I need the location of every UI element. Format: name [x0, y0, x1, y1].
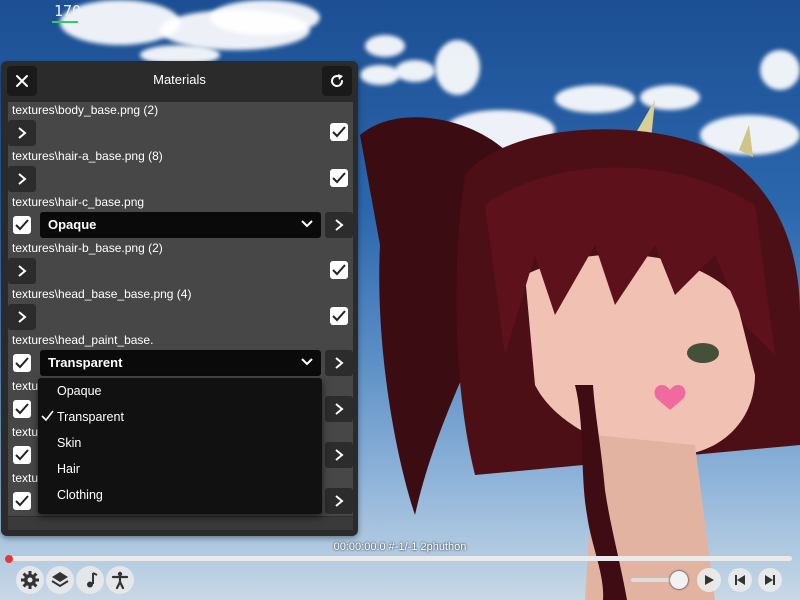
- dropdown-option-transparent[interactable]: Transparent: [38, 404, 322, 430]
- time-readout: 00:00:00.0 #-1/-1 2phuthon: [333, 541, 467, 553]
- refresh-icon: [331, 74, 344, 87]
- skip-next-icon: [765, 575, 775, 585]
- chevron-right-icon: [18, 265, 27, 277]
- checkmark-icon: [15, 403, 29, 415]
- person-icon: [111, 571, 129, 590]
- material-row: textures\head_base_base.png (4): [8, 286, 353, 333]
- checkmark-icon: [15, 495, 29, 507]
- chevron-down-icon: [301, 220, 313, 228]
- expand-button[interactable]: [325, 212, 353, 238]
- seek-handle[interactable]: [5, 555, 13, 563]
- refresh-button[interactable]: [322, 66, 352, 96]
- music-button[interactable]: [76, 566, 104, 594]
- play-button[interactable]: [697, 568, 721, 592]
- visibility-checkbox[interactable]: [13, 492, 31, 510]
- expand-button[interactable]: [325, 350, 353, 376]
- expand-button[interactable]: [8, 258, 36, 284]
- eye: [687, 343, 719, 363]
- shader-mode-value: Opaque: [48, 217, 97, 232]
- checkmark-icon: [15, 219, 29, 231]
- material-name: textures\head_base_base.png (4): [12, 287, 192, 301]
- expand-button[interactable]: [8, 120, 36, 146]
- chevron-right-icon: [335, 449, 344, 461]
- dropdown-option-skin[interactable]: Skin: [38, 430, 322, 456]
- layers-icon: [51, 572, 69, 588]
- shader-mode-select[interactable]: Opaque: [40, 212, 321, 238]
- dropdown-option-hair[interactable]: Hair: [38, 456, 322, 482]
- chevron-right-icon: [18, 127, 27, 139]
- checkmark-icon: [15, 357, 29, 369]
- visibility-checkbox[interactable]: [330, 261, 348, 279]
- checkmark-icon: [332, 126, 346, 138]
- skip-previous-icon: [735, 575, 745, 585]
- music-note-icon: [87, 572, 98, 588]
- character-viewport[interactable]: [355, 95, 800, 600]
- chevron-right-icon: [18, 311, 27, 323]
- chevron-right-icon: [335, 495, 344, 507]
- material-name: textu: [12, 471, 39, 485]
- pose-button[interactable]: [106, 566, 134, 594]
- chevron-down-icon: [301, 358, 313, 366]
- expand-button[interactable]: [8, 166, 36, 192]
- visibility-checkbox[interactable]: [330, 169, 348, 187]
- material-row: textures\body_base.png (2): [8, 102, 353, 149]
- fps-counter: 170: [54, 2, 82, 20]
- material-name: textu: [12, 425, 39, 439]
- material-row: textures\hair-c_base.png Opaque: [8, 194, 353, 241]
- gear-icon: [21, 571, 39, 589]
- horn-right: [739, 125, 753, 157]
- checkmark-icon: [15, 449, 29, 461]
- shader-mode-select[interactable]: Transparent: [40, 350, 321, 376]
- expand-button[interactable]: [325, 396, 353, 422]
- layers-button[interactable]: [46, 566, 74, 594]
- fps-bar: [52, 21, 78, 23]
- visibility-checkbox[interactable]: [330, 123, 348, 141]
- material-row: textures\hair-b_base.png (2): [8, 240, 353, 287]
- next-button[interactable]: [758, 568, 782, 592]
- shader-mode-value: Transparent: [48, 355, 123, 370]
- settings-button[interactable]: [16, 566, 44, 594]
- material-name: textures\body_base.png (2): [12, 103, 159, 117]
- panel-title: Materials: [153, 72, 206, 87]
- material-name: textures\hair-c_base.png: [12, 195, 145, 209]
- material-name: textures\hair-a_base.png (8): [12, 149, 163, 163]
- shader-mode-dropdown: Opaque Transparent Skin Hair Clothing: [38, 378, 322, 514]
- expand-button[interactable]: [325, 488, 353, 514]
- checkmark-icon: [332, 172, 346, 184]
- material-name: textu: [12, 379, 39, 393]
- panel-header: Materials: [1, 61, 358, 101]
- visibility-checkbox[interactable]: [13, 400, 31, 418]
- visibility-checkbox[interactable]: [13, 216, 31, 234]
- visibility-checkbox[interactable]: [330, 307, 348, 325]
- play-icon: [705, 575, 714, 585]
- material-row: textures\hair-a_base.png (8): [8, 148, 353, 195]
- chevron-right-icon: [18, 173, 27, 185]
- expand-button[interactable]: [8, 304, 36, 330]
- volume-handle[interactable]: [670, 571, 688, 589]
- checkmark-icon: [41, 410, 54, 422]
- visibility-checkbox[interactable]: [13, 446, 31, 464]
- material-name: textures\hair-b_base.png (2): [12, 241, 163, 255]
- dropdown-option-clothing[interactable]: Clothing: [38, 482, 322, 508]
- checkmark-icon: [332, 310, 346, 322]
- material-row: textures\head_paint_base. Transparent: [8, 332, 353, 379]
- chevron-right-icon: [335, 357, 344, 369]
- material-name: textures\head_paint_base.: [12, 333, 154, 347]
- expand-button[interactable]: [325, 442, 353, 468]
- dropdown-option-opaque[interactable]: Opaque: [38, 378, 322, 404]
- checkmark-icon: [332, 264, 346, 276]
- previous-button[interactable]: [728, 568, 752, 592]
- seek-bar[interactable]: [8, 556, 792, 561]
- visibility-checkbox[interactable]: [13, 354, 31, 372]
- chevron-right-icon: [335, 219, 344, 231]
- chevron-right-icon: [335, 403, 344, 415]
